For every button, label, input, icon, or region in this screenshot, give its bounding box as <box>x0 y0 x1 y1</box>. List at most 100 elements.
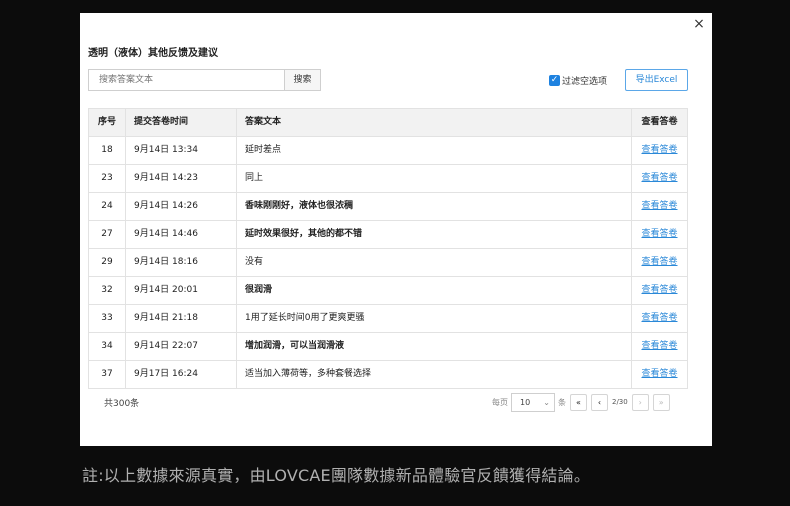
filter-label: 过滤空选项 <box>562 76 608 87</box>
row-time: 9月14日 18:16 <box>134 257 198 267</box>
view-answer-link[interactable]: 查看答卷 <box>641 173 677 183</box>
prev-page-icon[interactable]: ‹ <box>591 393 608 411</box>
first-page-icon[interactable]: « <box>570 393 587 411</box>
view-answer-link-cell: 查看答卷 <box>631 221 687 248</box>
export-excel-button[interactable]: 导出Excel <box>625 69 688 91</box>
row-id-cell: 32 <box>89 277 125 304</box>
view-answer-link-cell: 查看答卷 <box>631 333 687 360</box>
row-id: 18 <box>101 145 113 155</box>
per-page-label: 每页 <box>492 397 508 407</box>
row-id: 24 <box>101 201 113 211</box>
row-id: 37 <box>101 369 113 379</box>
row-answer: 1用了延长时间0用了更爽更骚 <box>245 313 365 323</box>
table-row: 32 9月14日 20:01 很润滑 查看答卷 <box>89 276 687 304</box>
row-id-cell: 24 <box>89 193 125 220</box>
row-time: 9月14日 22:07 <box>134 341 198 351</box>
header-answer: 答案文本 <box>236 109 631 136</box>
search-button[interactable]: 搜索 <box>284 69 321 91</box>
feedback-dialog: × 透明（液体）其他反馈及建议 搜索 ✓ 过滤空选项 导出Excel 序号 提交… <box>80 13 712 446</box>
table-row: 24 9月14日 14:26 香味刚刚好，液体也很浓稠 查看答卷 <box>89 192 687 220</box>
row-answer-cell: 没有 <box>236 249 631 276</box>
view-answer-link[interactable]: 查看答卷 <box>641 229 677 239</box>
row-answer: 适当加入薄荷等，多种套餐选择 <box>245 369 372 379</box>
row-answer: 增加润滑，可以当润滑液 <box>245 341 345 351</box>
page-size-value: 10 <box>520 397 531 407</box>
row-answer-cell: 香味刚刚好，液体也很浓稠 <box>236 193 631 220</box>
view-answer-link-cell: 查看答卷 <box>631 137 687 164</box>
row-id-cell: 33 <box>89 305 125 332</box>
row-id-cell: 34 <box>89 333 125 360</box>
chevron-down-icon: ⌄ <box>543 397 550 407</box>
view-answer-link[interactable]: 查看答卷 <box>641 369 677 379</box>
view-answer-link-cell: 查看答卷 <box>631 277 687 304</box>
view-answer-link-cell: 查看答卷 <box>631 249 687 276</box>
row-answer-cell: 延时差点 <box>236 137 631 164</box>
table-row: 23 9月14日 14:23 同上 查看答卷 <box>89 164 687 192</box>
filter-empty-toggle[interactable]: ✓ 过滤空选项 <box>549 73 607 87</box>
row-id: 23 <box>101 173 113 183</box>
row-time-cell: 9月14日 18:16 <box>125 249 236 276</box>
row-id-cell: 37 <box>89 361 125 388</box>
row-answer-cell: 同上 <box>236 165 631 192</box>
header-time: 提交答卷时间 <box>125 109 236 136</box>
dialog-title: 透明（液体）其他反馈及建议 <box>88 48 218 59</box>
header-view: 查看答卷 <box>631 109 687 136</box>
row-time-cell: 9月14日 21:18 <box>125 305 236 332</box>
row-answer: 香味刚刚好，液体也很浓稠 <box>245 201 354 211</box>
table-row: 29 9月14日 18:16 没有 查看答卷 <box>89 248 687 276</box>
row-time: 9月14日 20:01 <box>134 285 198 295</box>
row-time-cell: 9月17日 16:24 <box>125 361 236 388</box>
row-id: 34 <box>101 341 113 351</box>
table-row: 34 9月14日 22:07 增加润滑，可以当润滑液 查看答卷 <box>89 332 687 360</box>
view-answer-link[interactable]: 查看答卷 <box>641 285 677 295</box>
close-icon[interactable]: × <box>692 15 706 33</box>
row-id: 32 <box>101 285 113 295</box>
table-row: 27 9月14日 14:46 延时效果很好，其他的都不错 查看答卷 <box>89 220 687 248</box>
row-time-cell: 9月14日 14:26 <box>125 193 236 220</box>
row-answer-cell: 1用了延长时间0用了更爽更骚 <box>236 305 631 332</box>
row-answer-cell: 适当加入薄荷等，多种套餐选择 <box>236 361 631 388</box>
total-count: 共300条 <box>104 399 140 409</box>
view-answer-link-cell: 查看答卷 <box>631 193 687 220</box>
row-time-cell: 9月14日 14:46 <box>125 221 236 248</box>
row-answer: 很润滑 <box>245 285 273 295</box>
row-id-cell: 23 <box>89 165 125 192</box>
row-time: 9月14日 14:26 <box>134 201 198 211</box>
row-answer: 同上 <box>245 173 264 183</box>
view-answer-link[interactable]: 查看答卷 <box>641 341 677 351</box>
row-time-cell: 9月14日 13:34 <box>125 137 236 164</box>
table-header-row: 序号 提交答卷时间 答案文本 查看答卷 <box>89 109 687 136</box>
next-page-icon[interactable]: › <box>631 393 649 411</box>
view-answer-link[interactable]: 查看答卷 <box>641 201 677 211</box>
footer-note: 註:以上數據來源真實，由LOVCAE團隊數據新品體驗官反饋獲得結論。 <box>82 466 591 485</box>
row-id-cell: 18 <box>89 137 125 164</box>
page-info: 2/30 <box>612 398 628 406</box>
table-row: 37 9月17日 16:24 适当加入薄荷等，多种套餐选择 查看答卷 <box>89 360 687 388</box>
row-answer-cell: 很润滑 <box>236 277 631 304</box>
row-time: 9月14日 13:34 <box>134 145 198 155</box>
row-id: 33 <box>101 313 113 323</box>
row-id: 27 <box>101 229 113 239</box>
table-row: 33 9月14日 21:18 1用了延长时间0用了更爽更骚 查看答卷 <box>89 304 687 332</box>
row-id-cell: 27 <box>89 221 125 248</box>
row-answer-cell: 增加润滑，可以当润滑液 <box>236 333 631 360</box>
last-page-icon[interactable]: » <box>652 393 670 411</box>
per-page-unit: 条 <box>558 397 566 407</box>
row-answer: 延时差点 <box>245 145 282 155</box>
row-id-cell: 29 <box>89 249 125 276</box>
view-answer-link-cell: 查看答卷 <box>631 305 687 332</box>
row-time: 9月14日 14:46 <box>134 229 198 239</box>
row-answer: 延时效果很好，其他的都不错 <box>245 229 363 239</box>
view-answer-link[interactable]: 查看答卷 <box>641 313 677 323</box>
search-input[interactable] <box>88 69 284 91</box>
view-answer-link[interactable]: 查看答卷 <box>641 145 677 155</box>
row-answer-cell: 延时效果很好，其他的都不错 <box>236 221 631 248</box>
checkbox-checked-icon[interactable]: ✓ <box>549 74 560 86</box>
row-time-cell: 9月14日 14:23 <box>125 165 236 192</box>
view-answer-link-cell: 查看答卷 <box>631 165 687 192</box>
view-answer-link[interactable]: 查看答卷 <box>641 257 677 267</box>
row-id: 29 <box>101 257 113 267</box>
answers-table: 序号 提交答卷时间 答案文本 查看答卷 18 9月14日 13:34 延时差点 查看答… <box>88 108 688 389</box>
row-time: 9月14日 14:23 <box>134 173 198 183</box>
page-size-select[interactable]: 10 ⌄ <box>511 392 555 412</box>
